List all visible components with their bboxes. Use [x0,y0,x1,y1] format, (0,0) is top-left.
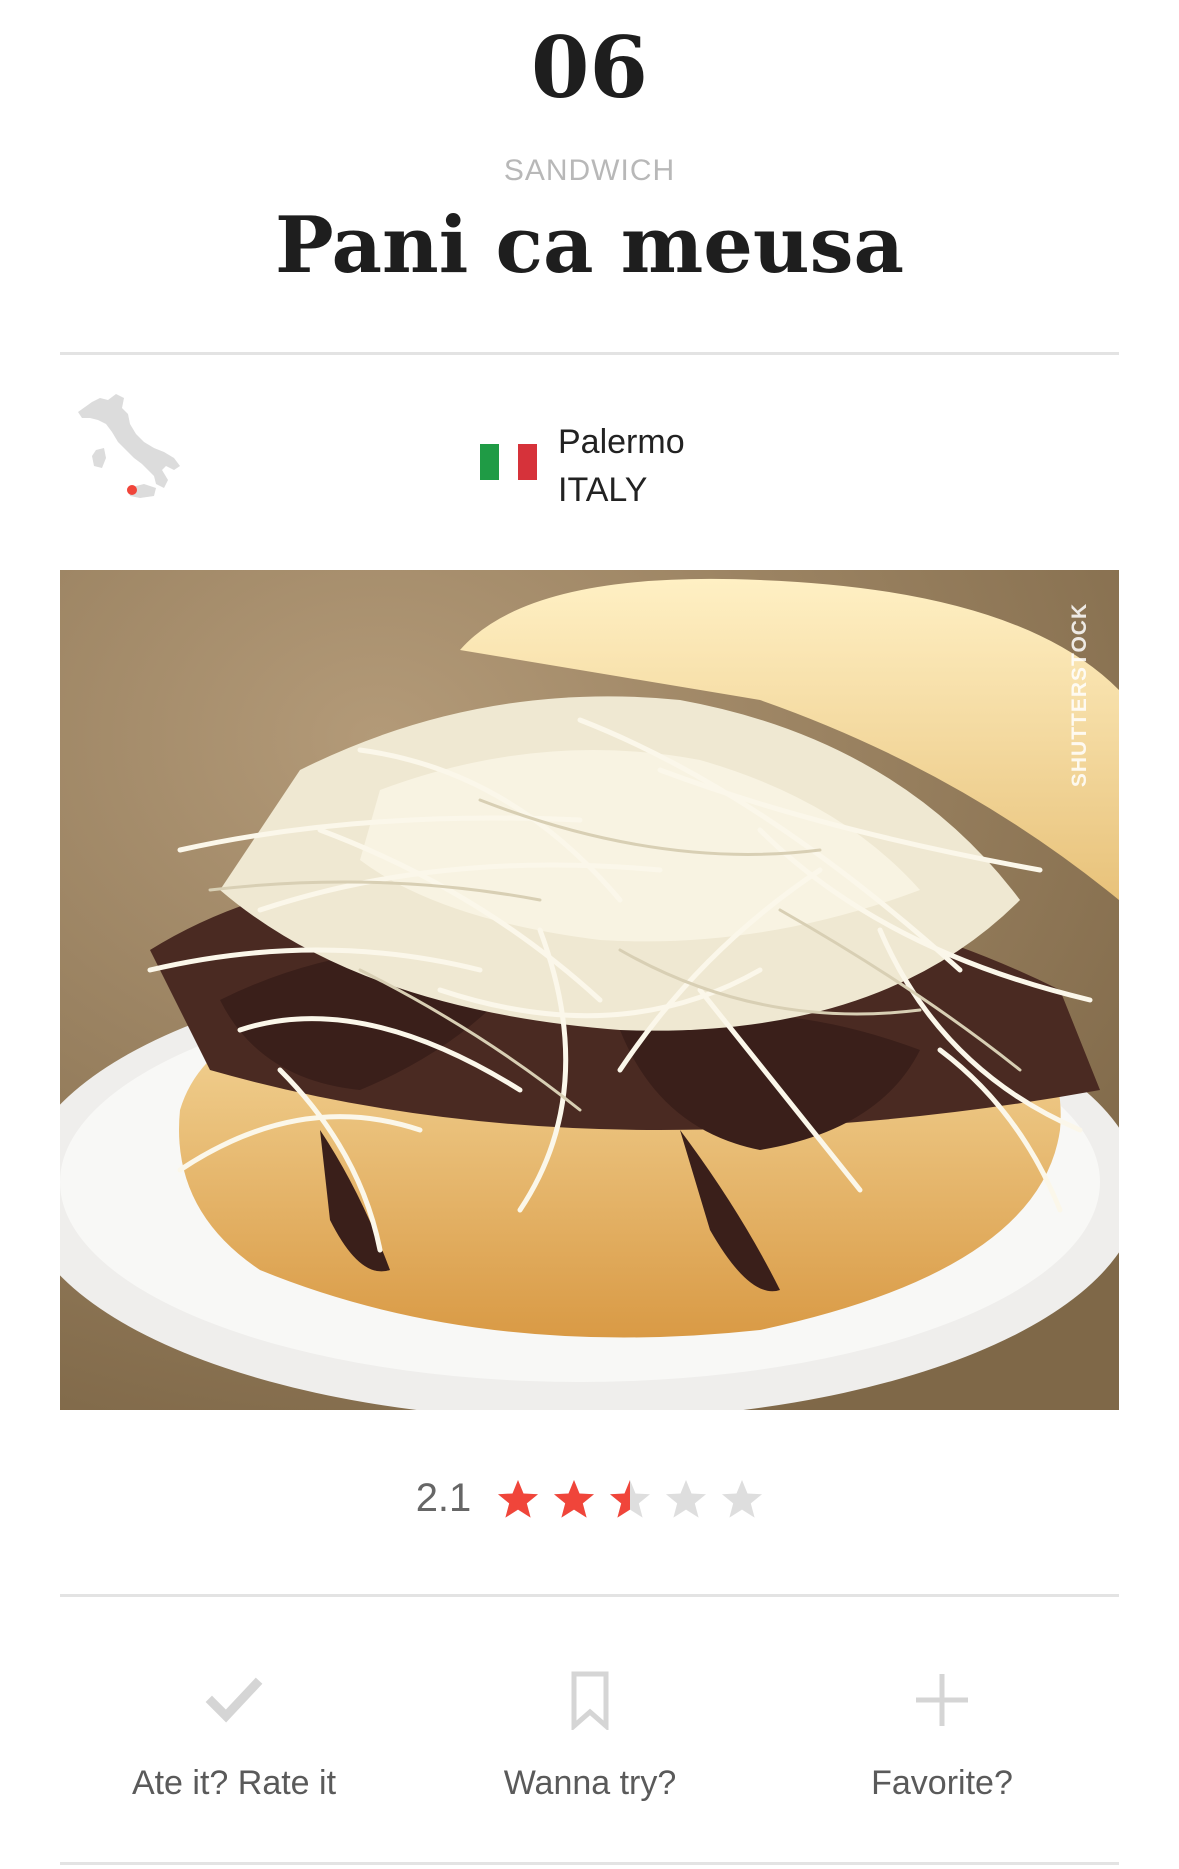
italy-flag-icon [480,444,537,480]
rating-value: 2.1 [415,1476,472,1520]
flag-stripe-red [518,444,537,480]
item-title: Pani ca meusa [274,200,905,291]
italy-map-icon [70,384,190,514]
star-icon-3[interactable] [609,1478,651,1520]
food-photo [60,570,1119,1410]
actions-bar: Ate it? Rate it Wanna try? Favorite? [0,1640,1179,1840]
star-icon-1[interactable] [497,1478,539,1520]
favorite-label: Favorite? [871,1764,1013,1802]
wanna-try-button[interactable]: Wanna try? [410,1640,770,1803]
rating-stars[interactable] [497,1478,763,1520]
divider-bottom [60,1594,1119,1597]
star-icon-4[interactable] [665,1478,707,1520]
ate-it-label: Ate it? Rate it [131,1764,337,1802]
wanna-try-label: Wanna try? [503,1764,677,1802]
photo-watermark: SHUTTERSTOCK [1060,600,1100,790]
flag-stripe-white [499,444,518,480]
location-city: Palermo [558,423,685,461]
divider-footer [60,1862,1119,1865]
ate-it-rate-it-button[interactable]: Ate it? Rate it [54,1640,414,1803]
item-category: SANDWICH [503,154,676,187]
divider-top [60,352,1119,355]
star-icon-5[interactable] [721,1478,763,1520]
plus-icon [916,1674,968,1726]
watermark-text: SHUTTERSTOCK [1068,602,1092,788]
favorite-button[interactable]: Favorite? [762,1640,1122,1803]
star-icon-2[interactable] [553,1478,595,1520]
rating-block: 2.1 [0,1476,1179,1521]
bookmark-icon [571,1671,609,1730]
item-rank: 06 [531,18,648,117]
check-icon [205,1677,263,1723]
flag-stripe-green [480,444,499,480]
location-country: ITALY [558,471,648,509]
location-block: Palermo ITALY [558,418,685,514]
